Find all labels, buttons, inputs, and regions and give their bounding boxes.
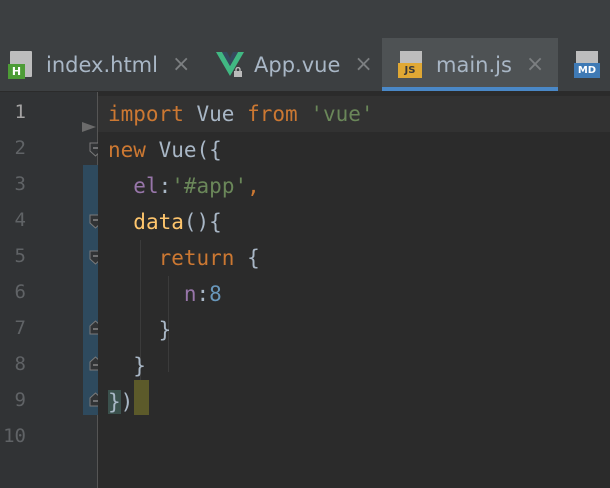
- tab-label: index.html: [46, 52, 158, 77]
- editor-tab-bar: H index.html × App.vue × JS main.js × MD: [0, 38, 610, 92]
- scope-highlight-strip: [83, 165, 98, 415]
- close-icon[interactable]: ×: [526, 53, 544, 76]
- line-number: 2: [14, 137, 26, 159]
- js-file-icon: JS: [398, 50, 426, 79]
- text-caret: [134, 380, 149, 415]
- code-line-2: new Vue({: [108, 138, 222, 162]
- vue-file-icon: [216, 51, 244, 79]
- line-number: 3: [14, 173, 26, 195]
- tab-index-html[interactable]: H index.html ×: [0, 38, 204, 91]
- code-line-6: n:8: [183, 282, 222, 306]
- tab-app-vue[interactable]: App.vue ×: [204, 38, 382, 91]
- code-line-5: return {: [158, 246, 260, 270]
- tab-markdown[interactable]: MD: [558, 38, 610, 91]
- tab-label: main.js: [436, 52, 512, 77]
- code-line-1: import Vue from 'vue': [108, 102, 374, 126]
- execution-arrow-icon: [82, 122, 96, 132]
- line-number: 5: [14, 245, 26, 267]
- line-number: 10: [3, 425, 26, 447]
- close-icon[interactable]: ×: [354, 53, 372, 76]
- line-number: 4: [14, 209, 26, 231]
- code-editor[interactable]: import Vue from 'vue' new Vue({ el:'#app…: [98, 92, 610, 488]
- line-number: 7: [14, 317, 26, 339]
- toolbar-area: [0, 0, 610, 38]
- code-line-3: el:'#app',: [133, 174, 260, 198]
- html-file-icon: H: [8, 50, 36, 79]
- close-icon[interactable]: ×: [172, 53, 190, 76]
- line-number: 6: [14, 281, 26, 303]
- lock-icon: [234, 66, 242, 77]
- code-line-4: data(){: [133, 210, 222, 234]
- code-line-7: }: [158, 318, 172, 342]
- markdown-file-icon: MD: [574, 50, 602, 79]
- line-number: 9: [14, 389, 26, 411]
- line-number: 1: [14, 101, 26, 123]
- line-number: 8: [14, 353, 26, 375]
- ide-window: H index.html × App.vue × JS main.js × MD…: [0, 0, 610, 488]
- code-line-8: }: [133, 354, 146, 378]
- tab-label: App.vue: [254, 52, 341, 77]
- code-line-9: }): [108, 390, 134, 414]
- tab-main-js[interactable]: JS main.js ×: [382, 38, 558, 91]
